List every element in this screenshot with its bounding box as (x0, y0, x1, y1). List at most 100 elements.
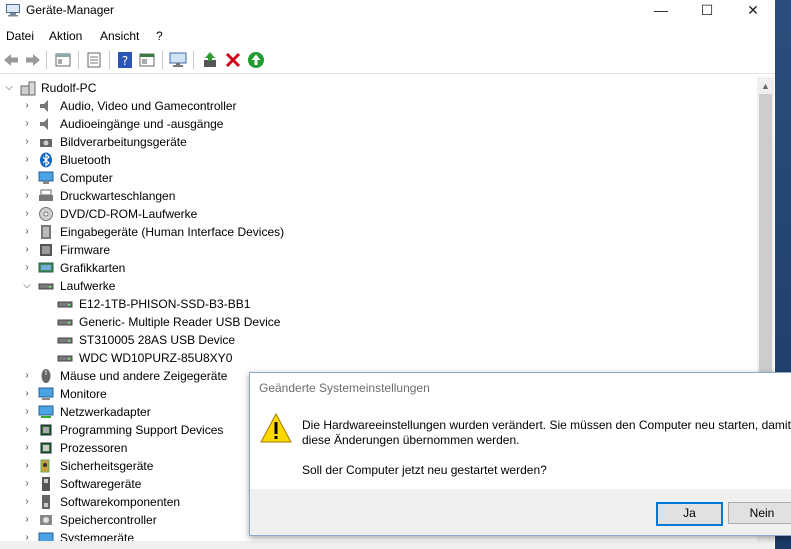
tree-item-label: Bildverarbeitungsgeräte (60, 135, 187, 149)
tree-item-label: WDC WD10PURZ-85U8XY0 (79, 351, 233, 365)
tree-item-label: Eingabegeräte (Human Interface Devices) (60, 225, 285, 239)
dialog-message: Die Hardwareeinstellungen wurden verände… (302, 418, 791, 447)
warning-icon (260, 413, 292, 443)
tree-category-item[interactable]: › Eingabegeräte (Human Interface Devices) (0, 223, 757, 241)
properties-pane-icon[interactable] (54, 51, 72, 69)
tree-child-item[interactable]: WDC WD10PURZ-85U8XY0 (0, 349, 757, 367)
toolbar-separator (78, 51, 79, 69)
chevron-right-icon[interactable]: › (21, 99, 33, 113)
chevron-right-icon[interactable]: › (21, 243, 33, 257)
tree-item-label: Netzwerkadapter (60, 405, 151, 419)
chevron-right-icon[interactable]: › (21, 477, 33, 491)
chevron-right-icon[interactable]: › (21, 225, 33, 239)
chevron-right-icon[interactable]: › (21, 135, 33, 149)
tree-item-label: Firmware (60, 243, 110, 257)
scroll-up-icon[interactable]: ▲ (761, 81, 770, 91)
tree-item-label: Sicherheitsgeräte (60, 459, 154, 473)
tree-root[interactable]: ⌵ Rudolf-PC (0, 79, 757, 97)
tree-item-label: Audioeingänge und -ausgänge (60, 117, 224, 131)
tree-category-item[interactable]: › Grafikkarten (0, 259, 757, 277)
chevron-right-icon[interactable]: › (21, 207, 33, 221)
toolbar: ? (0, 47, 775, 74)
tree-category-item[interactable]: › Bildverarbeitungsgeräte (0, 133, 757, 151)
tree-category-item[interactable]: › Bluetooth (0, 151, 757, 169)
help-icon[interactable]: ? (116, 51, 134, 69)
uninstall-icon[interactable] (224, 51, 242, 69)
chevron-right-icon[interactable]: › (21, 153, 33, 167)
tree-item-label: Programming Support Devices (60, 423, 224, 437)
maximize-icon: ☐ (700, 2, 714, 18)
chevron-right-icon[interactable]: › (21, 513, 33, 527)
details-view-icon[interactable] (138, 51, 156, 69)
tree-category-item[interactable]: › Druckwarteschlangen (0, 187, 757, 205)
drive-icon (57, 355, 73, 362)
list-view-icon[interactable] (85, 51, 103, 69)
hid-icon (41, 225, 51, 239)
dvd-icon (39, 207, 53, 221)
no-button[interactable]: Nein (728, 502, 791, 524)
chevron-right-icon[interactable]: › (21, 423, 33, 437)
display-adapter-icon (38, 262, 54, 273)
toolbar-separator (109, 51, 110, 69)
chevron-right-icon[interactable]: › (21, 495, 33, 509)
tree-item-label: Audio, Video und Gamecontroller (60, 99, 237, 113)
tree-category-item[interactable]: › DVD/CD-ROM-Laufwerke (0, 205, 757, 223)
toolbar-separator (162, 51, 163, 69)
chevron-down-icon[interactable]: ⌵ (21, 279, 33, 293)
menu-help[interactable]: ? (156, 29, 163, 43)
chevron-right-icon[interactable]: › (21, 405, 33, 419)
horizontal-scrollbar[interactable] (0, 541, 757, 549)
enable-device-icon[interactable] (247, 51, 265, 69)
tree-item-label: Softwarekomponenten (60, 495, 181, 509)
speaker-icon (40, 100, 48, 112)
tree-child-item[interactable]: ST310005 28AS USB Device (0, 331, 757, 349)
drive-icon (57, 337, 73, 344)
yes-button[interactable]: Ja (656, 502, 723, 526)
close-button[interactable]: ✕ (730, 0, 776, 22)
maximize-button[interactable]: ☐ (684, 0, 730, 22)
tree-category-item[interactable]: › Computer (0, 169, 757, 187)
tree-category-item[interactable]: › Audio, Video und Gamecontroller (0, 97, 757, 115)
chevron-right-icon[interactable]: › (21, 387, 33, 401)
menu-bar: Datei Aktion Ansicht ? (0, 26, 775, 46)
drive-icon (38, 283, 54, 290)
toolbar-separator (193, 51, 194, 69)
menu-ansicht[interactable]: Ansicht (100, 29, 139, 43)
update-driver-icon[interactable] (201, 51, 219, 69)
tree-item-label: Laufwerke (60, 279, 116, 293)
toolbar-separator (46, 51, 47, 69)
tree-item-label: E12-1TB-PHISON-SSD-B3-BB1 (79, 297, 251, 311)
tree-child-item[interactable]: E12-1TB-PHISON-SSD-B3-BB1 (0, 295, 757, 313)
bluetooth-icon (40, 152, 52, 168)
window-title: Geräte-Manager (26, 3, 115, 17)
security-icon (40, 459, 50, 473)
chevron-right-icon[interactable]: › (21, 189, 33, 203)
chevron-right-icon[interactable]: › (21, 441, 33, 455)
chevron-right-icon[interactable]: › (21, 117, 33, 131)
restart-dialog: Geänderte Systemeinstellungen Die Hardwa… (249, 372, 791, 536)
svg-text:?: ? (122, 54, 128, 68)
chevron-right-icon[interactable]: › (21, 369, 33, 383)
mouse-icon (41, 369, 51, 383)
chevron-right-icon[interactable]: › (21, 171, 33, 185)
chevron-right-icon[interactable]: › (21, 261, 33, 275)
chevron-down-icon[interactable]: ⌵ (3, 81, 15, 95)
back-icon[interactable] (2, 51, 20, 69)
monitor-scan-icon[interactable] (169, 51, 187, 69)
tree-category-item[interactable]: › Firmware (0, 241, 757, 259)
chevron-right-icon[interactable]: › (21, 459, 33, 473)
tree-category-item[interactable]: › Audioeingänge und -ausgänge (0, 115, 757, 133)
menu-aktion[interactable]: Aktion (49, 29, 82, 43)
menu-datei[interactable]: Datei (6, 29, 34, 43)
forward-icon[interactable] (24, 51, 42, 69)
device-manager-icon (6, 4, 20, 17)
tree-category-item[interactable]: ⌵ Laufwerke (0, 277, 757, 295)
tree-item-label: Mäuse und andere Zeigegeräte (60, 369, 228, 383)
minimize-icon: — (654, 2, 668, 18)
minimize-button[interactable]: — (638, 0, 684, 22)
tree-item-label: Monitore (60, 387, 107, 401)
tree-child-item[interactable]: Generic- Multiple Reader USB Device (0, 313, 757, 331)
drive-icon (57, 319, 73, 326)
tree-item-label: Prozessoren (60, 441, 128, 455)
dialog-question: Soll der Computer jetzt neu gestartet we… (302, 463, 547, 477)
